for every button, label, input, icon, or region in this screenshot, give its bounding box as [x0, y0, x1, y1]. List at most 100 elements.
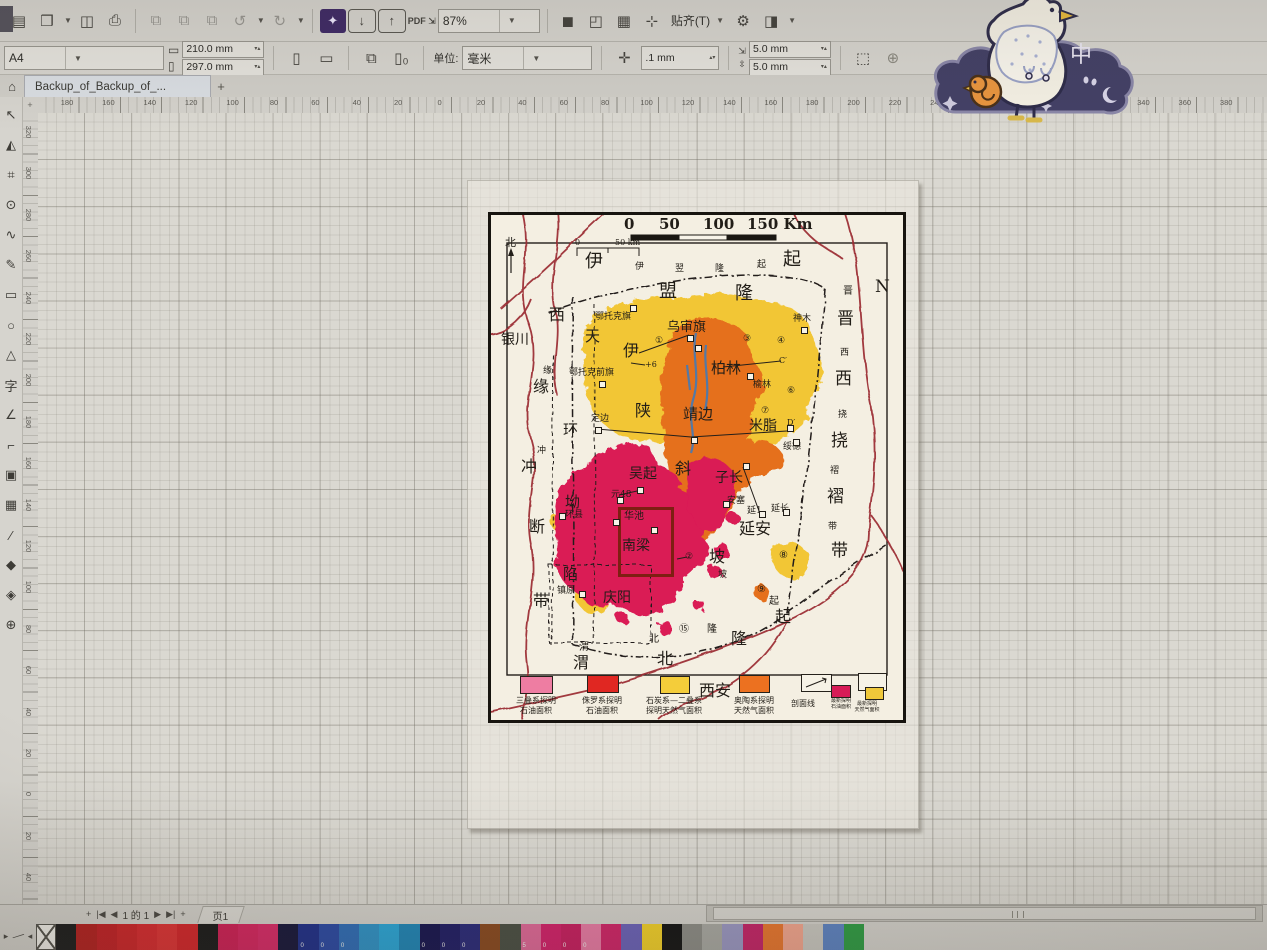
- cut-button[interactable]: ⧉: [143, 8, 169, 34]
- tool-shape[interactable]: ◭: [1, 130, 21, 160]
- vertical-ruler[interactable]: 3203002802602402202001801601401201008060…: [22, 113, 39, 905]
- redo-button[interactable]: ↻: [267, 8, 293, 34]
- paste-button[interactable]: ⧉: [199, 8, 225, 34]
- color-swatch[interactable]: [601, 924, 621, 950]
- ruler-origin[interactable]: +: [22, 97, 39, 114]
- page-preset-combo[interactable]: A4 ▼: [4, 46, 164, 70]
- tool-eyedropper[interactable]: ∕: [1, 520, 21, 550]
- first-page-button[interactable]: |◀: [96, 909, 105, 920]
- tool-freehand[interactable]: ∿: [1, 220, 21, 250]
- tool-interactive-fill[interactable]: ◆: [1, 550, 21, 580]
- import-button[interactable]: ↓: [348, 9, 376, 33]
- color-swatch[interactable]: [743, 924, 763, 950]
- color-swatch[interactable]: [621, 924, 641, 950]
- current-page-button[interactable]: ▯₀: [388, 45, 414, 71]
- drawing-canvas[interactable]: 050100150 Km050 km北伊盟隆起伊翌隆起晋N晋西挠褶带西挠褶带西银…: [38, 113, 1267, 905]
- new-tab-button[interactable]: +: [211, 79, 231, 94]
- tool-connector[interactable]: ⌐: [1, 430, 21, 460]
- full-screen-preview-button[interactable]: ◼: [555, 8, 581, 34]
- home-icon[interactable]: ⌂: [0, 76, 24, 96]
- save-document-button[interactable]: ◫: [74, 8, 100, 34]
- color-swatch[interactable]: [722, 924, 742, 950]
- color-swatch[interactable]: [97, 924, 117, 950]
- color-swatch[interactable]: 0: [581, 924, 601, 950]
- color-swatch[interactable]: [137, 924, 157, 950]
- options-button[interactable]: ⚙: [730, 8, 756, 34]
- color-swatch[interactable]: [823, 924, 843, 950]
- color-swatch[interactable]: [278, 924, 298, 950]
- tool-rectangle[interactable]: ▭: [1, 280, 21, 310]
- color-swatch[interactable]: [359, 924, 379, 950]
- color-swatch[interactable]: [682, 924, 702, 950]
- color-swatch[interactable]: 0: [561, 924, 581, 950]
- last-page-button[interactable]: ▶|: [166, 909, 175, 920]
- page-height-field[interactable]: 297.0 mm▾▴: [182, 59, 264, 76]
- color-swatch[interactable]: [379, 924, 399, 950]
- document-tab[interactable]: Backup_of_Backup_of_...: [24, 75, 211, 97]
- color-swatch[interactable]: [238, 924, 258, 950]
- prev-page-button[interactable]: ◀: [111, 909, 118, 920]
- tool-transparency[interactable]: ▦: [1, 490, 21, 520]
- color-swatch[interactable]: [763, 924, 783, 950]
- color-swatch[interactable]: [500, 924, 520, 950]
- color-swatch[interactable]: [783, 924, 803, 950]
- scrollbar-thumb[interactable]: [713, 907, 1256, 920]
- color-swatch[interactable]: [198, 924, 218, 950]
- landscape-button[interactable]: ▭: [313, 45, 339, 71]
- treat-as-filled-button[interactable]: ⬚: [850, 45, 876, 71]
- color-swatch[interactable]: 0: [541, 924, 561, 950]
- export-button[interactable]: ↑: [378, 9, 406, 33]
- tool-polygon[interactable]: △: [1, 340, 21, 370]
- color-swatch[interactable]: 0: [460, 924, 480, 950]
- tool-pick[interactable]: ↖: [1, 100, 21, 130]
- color-swatch[interactable]: [117, 924, 137, 950]
- color-swatch[interactable]: [56, 924, 76, 950]
- portrait-button[interactable]: ▯: [283, 45, 309, 71]
- color-swatch[interactable]: [177, 924, 197, 950]
- color-swatch[interactable]: [844, 924, 864, 950]
- print-document-button[interactable]: ⎙: [102, 8, 128, 34]
- duplicate-y-field[interactable]: 5.0 mm▾▴: [749, 59, 831, 76]
- color-swatch[interactable]: 0: [420, 924, 440, 950]
- color-swatch[interactable]: 0: [298, 924, 318, 950]
- add-page-button-2[interactable]: +: [180, 909, 185, 919]
- tool-ellipse[interactable]: ○: [1, 310, 21, 340]
- color-swatch[interactable]: 0: [339, 924, 359, 950]
- color-swatch[interactable]: [803, 924, 823, 950]
- open-document-button[interactable]: ❒: [34, 8, 60, 34]
- color-swatch[interactable]: [642, 924, 662, 950]
- horizontal-scrollbar[interactable]: [706, 905, 1263, 922]
- color-swatch[interactable]: [480, 924, 500, 950]
- color-swatch[interactable]: 0: [440, 924, 460, 950]
- zoom-level-combo[interactable]: 87%▼: [438, 9, 540, 33]
- tool-zoom[interactable]: ⊙: [1, 190, 21, 220]
- nudge-field[interactable]: .1 mm▴▾: [641, 46, 719, 70]
- copy-button[interactable]: ⧉: [171, 8, 197, 34]
- launch-app-button[interactable]: ✦: [320, 9, 346, 33]
- view-layout-button[interactable]: ◰: [583, 8, 609, 34]
- color-swatch[interactable]: [399, 924, 419, 950]
- color-swatch[interactable]: [662, 924, 682, 950]
- color-swatch[interactable]: 5: [521, 924, 541, 950]
- undo-button[interactable]: ↺: [227, 8, 253, 34]
- tool-smart-fill[interactable]: ◈: [1, 580, 21, 610]
- tool-dimension[interactable]: ∠: [1, 400, 21, 430]
- units-combo[interactable]: 毫米 ▼: [462, 46, 592, 70]
- page-width-field[interactable]: 210.0 mm▾▴: [182, 41, 264, 58]
- color-swatch[interactable]: [218, 924, 238, 950]
- view-guides-button[interactable]: ⊹: [639, 8, 665, 34]
- tool-more-tools[interactable]: ⊕: [1, 610, 21, 640]
- page-tab[interactable]: 页1: [197, 906, 244, 923]
- color-swatch[interactable]: [258, 924, 278, 950]
- no-color-swatch[interactable]: [36, 924, 56, 950]
- map-object[interactable]: 050100150 Km050 km北伊盟隆起伊翌隆起晋N晋西挠褶带西挠褶带西银…: [488, 212, 906, 723]
- snap-to-dropdown[interactable]: 贴齐(T)▼: [667, 12, 728, 29]
- color-swatch[interactable]: [76, 924, 96, 950]
- view-grid-button[interactable]: ▦: [611, 8, 637, 34]
- tool-text[interactable]: 字: [1, 370, 21, 400]
- window-options-button[interactable]: ◨: [758, 8, 784, 34]
- color-swatch[interactable]: [157, 924, 177, 950]
- color-swatch[interactable]: [702, 924, 722, 950]
- tool-artistic-media[interactable]: ✎: [1, 250, 21, 280]
- tool-crop[interactable]: ⌗: [1, 160, 21, 190]
